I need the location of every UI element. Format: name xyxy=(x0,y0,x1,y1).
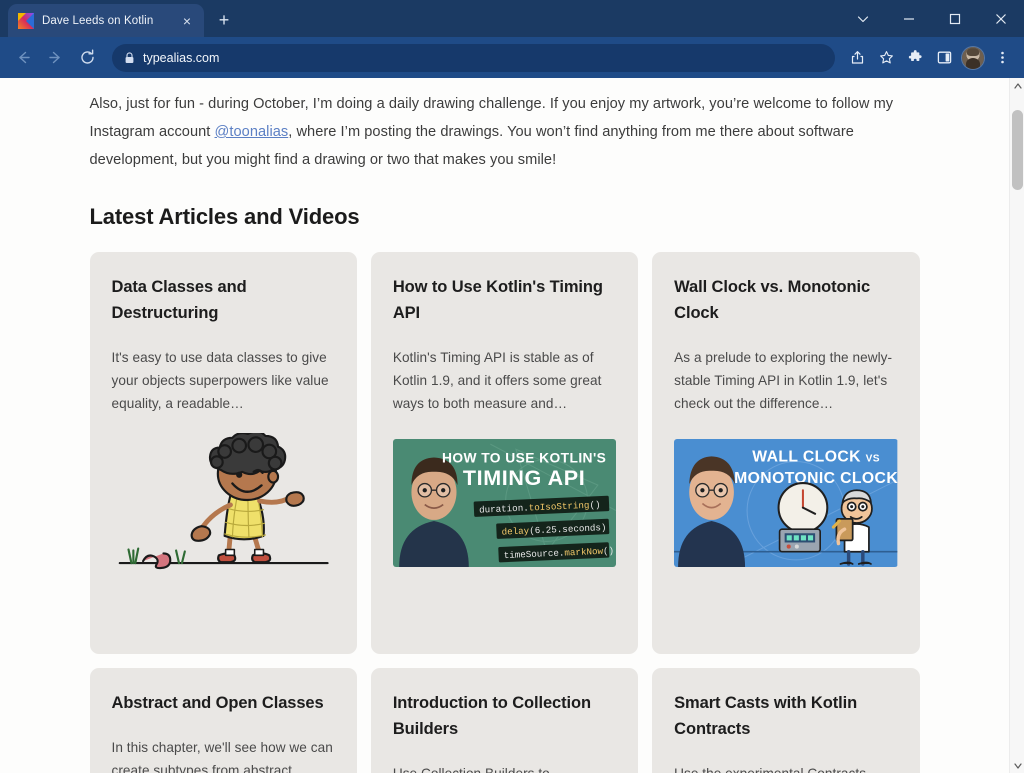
maximize-button[interactable] xyxy=(932,3,978,35)
tab-title: Dave Leeds on Kotlin xyxy=(42,14,154,27)
back-button-icon[interactable] xyxy=(8,43,38,73)
video-thumbnail-timing-api[interactable]: HOW TO USE KOTLIN'S TIMING API duration.… xyxy=(392,439,617,568)
article-card[interactable]: Smart Casts with Kotlin Contracts Use th… xyxy=(652,668,920,773)
article-excerpt: As a prelude to exploring the newly-stab… xyxy=(674,350,893,411)
scroll-down-icon[interactable] xyxy=(1010,758,1024,773)
intro-paragraph: Also, just for fun - during October, I’m… xyxy=(90,90,920,174)
article-title: How to Use Kotlin's Timing API xyxy=(392,278,603,322)
browser-tab[interactable]: Dave Leeds on Kotlin × xyxy=(8,4,204,37)
close-tab-icon[interactable]: × xyxy=(178,12,196,30)
forward-button-icon[interactable] xyxy=(40,43,70,73)
article-card[interactable]: Abstract and Open Classes In this chapte… xyxy=(89,668,357,773)
minimize-button[interactable] xyxy=(886,3,932,35)
article-title: Data Classes and Destructuring xyxy=(111,278,247,322)
toolbar-icons xyxy=(843,44,1016,72)
article-excerpt: Kotlin's Timing API is stable as of Kotl… xyxy=(392,350,602,411)
article-card[interactable]: Introduction to Collection Builders Use … xyxy=(370,668,639,773)
browser-toolbar: typealias.com xyxy=(0,37,1024,78)
thumb-headline-top: WALL CLOCK VS xyxy=(752,448,880,465)
article-grid: Data Classes and Destructuring It's easy… xyxy=(89,252,920,773)
avatar xyxy=(962,46,984,69)
page-viewport: Also, just for fun - during October, I’m… xyxy=(0,78,1024,773)
article-excerpt: Use the experimental Contracts xyxy=(674,762,897,773)
chrome-menu-icon[interactable] xyxy=(988,44,1016,72)
title-bar: Dave Leeds on Kotlin × + xyxy=(0,0,1024,37)
cartoon-girl-worm-illustration xyxy=(112,433,335,579)
instagram-link[interactable]: @toonalias xyxy=(215,124,289,140)
video-thumbnail-wall-clock[interactable]: WALL CLOCK VS MONOTONIC CLOCK xyxy=(674,439,898,568)
article-excerpt: Use Collection Builders to xyxy=(393,762,616,773)
address-bar[interactable]: typealias.com xyxy=(112,43,835,72)
reload-button-icon[interactable] xyxy=(72,43,102,73)
window-controls xyxy=(840,0,1024,37)
article-card[interactable]: Data Classes and Destructuring It's easy… xyxy=(89,252,357,654)
article-excerpt: It's easy to use data classes to give yo… xyxy=(111,350,329,411)
page-content: Also, just for fun - during October, I’m… xyxy=(89,78,920,773)
article-excerpt: In this chapter, we'll see how we can cr… xyxy=(111,740,333,773)
page-title: Latest Articles and Videos xyxy=(89,204,360,229)
article-card[interactable]: How to Use Kotlin's Timing API Kotlin's … xyxy=(370,252,639,654)
profile-avatar[interactable] xyxy=(959,44,987,72)
tab-search-icon[interactable] xyxy=(840,3,886,35)
close-window-button[interactable] xyxy=(978,3,1024,35)
web-page: Also, just for fun - during October, I’m… xyxy=(0,78,1009,773)
article-title: Abstract and Open Classes xyxy=(111,694,324,712)
tab-strip: Dave Leeds on Kotlin × + xyxy=(0,0,238,37)
article-title: Smart Casts with Kotlin Contracts xyxy=(674,694,858,738)
bookmark-star-icon[interactable] xyxy=(872,44,900,72)
browser-window: Dave Leeds on Kotlin × + typealias.com A… xyxy=(0,0,1024,773)
article-title: Introduction to Collection Builders xyxy=(392,694,591,738)
thumb-headline-bottom: TIMING API xyxy=(463,466,585,490)
thumb-headline-bottom: MONOTONIC CLOCK xyxy=(734,470,897,487)
lock-icon xyxy=(124,51,135,64)
article-title: Wall Clock vs. Monotonic Clock xyxy=(674,278,871,322)
new-tab-button[interactable]: + xyxy=(210,6,238,34)
url-text: typealias.com xyxy=(143,50,220,65)
scrollbar-thumb[interactable] xyxy=(1012,110,1023,190)
scroll-up-icon[interactable] xyxy=(1010,78,1024,93)
page-scrollbar[interactable] xyxy=(1009,78,1024,773)
side-panel-icon[interactable] xyxy=(930,44,958,72)
article-card[interactable]: Wall Clock vs. Monotonic Clock As a prel… xyxy=(652,252,920,654)
kotlin-logo-icon xyxy=(18,12,34,29)
thumb-headline-top: HOW TO USE KOTLIN'S xyxy=(442,450,606,466)
share-icon[interactable] xyxy=(843,44,871,72)
extensions-puzzle-icon[interactable] xyxy=(901,44,929,72)
